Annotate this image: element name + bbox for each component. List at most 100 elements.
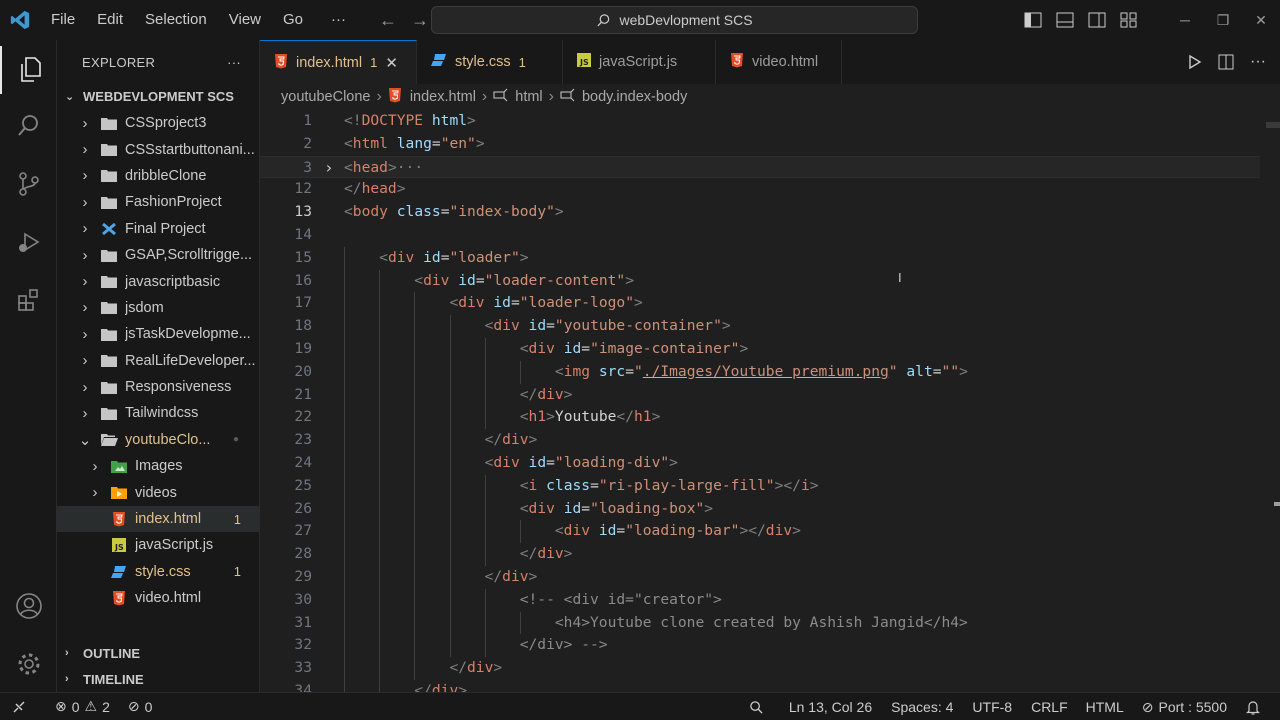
- tree-folder[interactable]: › Tailwindcss: [57, 400, 259, 426]
- tree-file[interactable]: style.css 1: [57, 559, 259, 585]
- ports-indicator[interactable]: ⊘ 0: [119, 698, 162, 715]
- tree-folder[interactable]: › RealLifeDeveloper...: [57, 348, 259, 374]
- line-number: 3: [303, 158, 312, 176]
- problems-indicator[interactable]: ⊗ 0 ⚠ 2: [35, 698, 119, 715]
- breadcrumb-item[interactable]: body.index-body: [582, 89, 687, 105]
- command-center-search[interactable]: webDevlopment SCS: [431, 6, 918, 34]
- code-line[interactable]: 16 <div id="loader-content">: [260, 269, 1260, 293]
- settings-gear-icon[interactable]: [0, 640, 57, 688]
- search-icon[interactable]: [0, 102, 57, 150]
- close-tab-icon[interactable]: ✕: [385, 54, 398, 72]
- workspace-root[interactable]: ⌄ WEBDEVLOPMENT SCS: [57, 84, 259, 108]
- extensions-icon[interactable]: [0, 276, 57, 324]
- toggle-secondary-sidebar-icon[interactable]: [1088, 12, 1106, 28]
- code-line[interactable]: 32 </div> -->: [260, 634, 1260, 658]
- tab-javascript-js[interactable]: JS javaScript.js: [563, 40, 716, 84]
- code-editor[interactable]: I 1 <!DOCTYPE html> 2 <html lang="en"> 3 › <he…: [260, 110, 1280, 692]
- menu-item-file[interactable]: File: [40, 0, 86, 40]
- tree-folder[interactable]: › GSAP,Scrolltrigge...: [57, 242, 259, 268]
- back-arrow-icon[interactable]: ←: [379, 10, 397, 31]
- code-line[interactable]: 29 </div>: [260, 566, 1260, 589]
- restore-button[interactable]: ❐: [1204, 12, 1242, 29]
- more-actions-icon[interactable]: ···: [1250, 53, 1266, 71]
- code-line[interactable]: 17 <div id="loader-logo">: [260, 292, 1260, 316]
- tree-folder[interactable]: › videos: [57, 479, 259, 505]
- code-line[interactable]: 19 <div id="image-container">: [260, 338, 1260, 361]
- remote-indicator[interactable]: [0, 700, 35, 714]
- menu-more-icon[interactable]: ···: [320, 0, 357, 40]
- zoom-indicator[interactable]: [733, 700, 780, 715]
- code-line[interactable]: 21 </div>: [260, 383, 1260, 407]
- account-icon[interactable]: [0, 582, 57, 630]
- tree-folder[interactable]: › FashionProject: [57, 189, 259, 215]
- tree-folder[interactable]: › CSSproject3: [57, 110, 259, 136]
- code-line[interactable]: 20 <img src="./Images/Youtube premium.pn…: [260, 360, 1260, 384]
- tree-folder[interactable]: › Responsiveness: [57, 374, 259, 400]
- tree-folder[interactable]: › jsdom: [57, 295, 259, 321]
- timeline-section[interactable]: › TIMELINE: [57, 666, 144, 692]
- tree-file[interactable]: index.html 1: [57, 505, 259, 533]
- tree-folder[interactable]: › jsTaskDevelopme...: [57, 321, 259, 347]
- toggle-panel-icon[interactable]: [1056, 12, 1074, 28]
- code-line[interactable]: 1 <!DOCTYPE html>: [260, 110, 1260, 133]
- menu-item-view[interactable]: View: [218, 0, 272, 40]
- line-number: 33: [294, 659, 312, 677]
- scrollbar-thumb[interactable]: [1266, 122, 1280, 128]
- tab-video-html[interactable]: video.html: [716, 40, 842, 84]
- toggle-sidebar-icon[interactable]: [1024, 12, 1042, 28]
- menu-item-go[interactable]: Go: [272, 0, 314, 40]
- breadcrumb-item[interactable]: html: [515, 89, 542, 105]
- run-debug-icon[interactable]: [0, 218, 57, 266]
- code-line[interactable]: 25 <i class="ri-play-large-fill"></i>: [260, 474, 1260, 498]
- notifications-bell-icon[interactable]: [1236, 700, 1280, 715]
- run-icon[interactable]: [1188, 54, 1202, 70]
- code-line[interactable]: 15 <div id="loader">: [260, 246, 1260, 270]
- tree-folder[interactable]: › dribbleClone: [57, 163, 259, 189]
- tree-file[interactable]: video.html: [57, 585, 259, 611]
- tree-folder[interactable]: › Final Project: [57, 216, 259, 242]
- minimize-button[interactable]: ─: [1166, 12, 1204, 28]
- code-line[interactable]: 31 <h4>Youtube clone created by Ashish J…: [260, 611, 1260, 635]
- tab-style-css[interactable]: style.css 1: [417, 40, 563, 84]
- code-line[interactable]: 18 <div id="youtube-container">: [260, 315, 1260, 338]
- menu-item-edit[interactable]: Edit: [86, 0, 134, 40]
- indentation[interactable]: Spaces: 4: [881, 699, 962, 715]
- tree-folder[interactable]: ⌄ youtubeClo... ●: [57, 427, 259, 453]
- line-ending[interactable]: CRLF: [1021, 699, 1077, 715]
- encoding[interactable]: UTF-8: [962, 699, 1021, 715]
- code-line[interactable]: 12 </head>: [260, 178, 1260, 201]
- fold-chevron-icon[interactable]: ›: [324, 157, 334, 180]
- menu-item-selection[interactable]: Selection: [134, 0, 218, 40]
- code-line[interactable]: 2 <html lang="en">: [260, 133, 1260, 156]
- tree-folder[interactable]: › javascriptbasic: [57, 268, 259, 294]
- code-line[interactable]: 13 <body class="index-body">: [260, 201, 1260, 224]
- source-control-icon[interactable]: [0, 160, 57, 208]
- explorer-more-icon[interactable]: ···: [227, 55, 241, 70]
- files-icon[interactable]: [0, 46, 57, 94]
- tree-folder[interactable]: › CSSstartbuttonani...: [57, 136, 259, 162]
- tree-file[interactable]: JS javaScript.js: [57, 532, 259, 558]
- code-line[interactable]: 30 <!-- <div id="creator">: [260, 588, 1260, 612]
- split-editor-icon[interactable]: [1218, 54, 1234, 70]
- code-line[interactable]: 34 </div>: [260, 680, 1260, 692]
- code-line[interactable]: 22 <h1>Youtube</h1>: [260, 406, 1260, 430]
- customize-layout-icon[interactable]: [1120, 12, 1138, 28]
- live-server-port[interactable]: ⊘ Port : 5500: [1133, 699, 1236, 716]
- outline-section[interactable]: › OUTLINE: [57, 640, 140, 666]
- cursor-position[interactable]: Ln 13, Col 26: [780, 699, 881, 715]
- forward-arrow-icon[interactable]: →: [411, 10, 429, 31]
- language-mode[interactable]: HTML: [1077, 699, 1133, 715]
- code-line[interactable]: 3 › <head>···: [260, 155, 1260, 180]
- tab-index-html[interactable]: index.html 1 ✕: [260, 40, 417, 84]
- code-line[interactable]: 27 <div id="loading-bar"></div>: [260, 520, 1260, 544]
- breadcrumb-item[interactable]: youtubeClone: [281, 89, 371, 105]
- code-line[interactable]: 23 </div>: [260, 429, 1260, 452]
- code-line[interactable]: 28 </div>: [260, 543, 1260, 566]
- breadcrumb-item[interactable]: index.html: [410, 89, 476, 105]
- tree-folder[interactable]: › Images: [57, 453, 259, 479]
- code-line[interactable]: 33 </div>: [260, 657, 1260, 680]
- code-line[interactable]: 26 <div id="loading-box">: [260, 497, 1260, 521]
- close-window-button[interactable]: ✕: [1242, 12, 1280, 29]
- code-line[interactable]: 24 <div id="loading-div">: [260, 452, 1260, 475]
- code-line[interactable]: 14: [260, 224, 1260, 247]
